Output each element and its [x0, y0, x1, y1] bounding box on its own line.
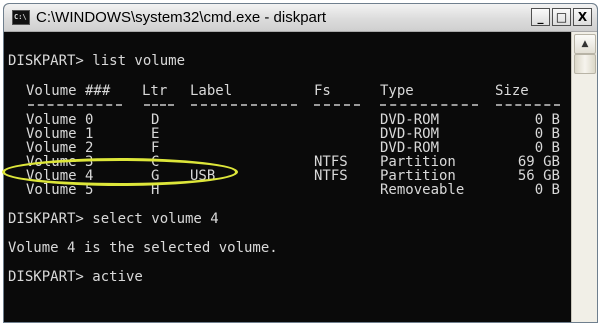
size-cell: 0 B [534, 182, 560, 198]
window-title: C:\WINDOWS\system32\cmd.exe - diskpart [36, 9, 327, 26]
type-cell: DVD-ROM [380, 112, 440, 128]
scroll-thumb[interactable] [574, 54, 596, 74]
volume-4-highlight [2, 158, 238, 186]
type-cell: Partition [380, 154, 456, 170]
minimize-button[interactable]: _ [531, 8, 550, 26]
separator [144, 104, 174, 106]
ltr-cell: E [151, 126, 160, 142]
header-size: Size [495, 83, 529, 99]
separator [380, 104, 478, 106]
window-controls: _ □ X [531, 8, 592, 26]
header-volume: Volume ### [26, 83, 111, 99]
type-cell: Partition [380, 168, 456, 184]
separator [496, 104, 560, 106]
size-cell: 69 GB [517, 154, 560, 170]
title-bar[interactable]: C:\ C:\WINDOWS\system32\cmd.exe - diskpa… [4, 4, 597, 32]
scroll-up-icon[interactable]: ▲ [574, 34, 596, 54]
volume-cell: Volume 0 [26, 112, 94, 128]
command-line: DISKPART> select volume 4 [8, 211, 219, 227]
size-cell: 56 GB [517, 168, 560, 184]
command-line: DISKPART> active [8, 269, 143, 285]
header-type: Type [380, 83, 414, 99]
volume-cell: Volume 2 [26, 140, 94, 156]
cmd-icon: C:\ [12, 10, 30, 25]
size-cell: 0 B [534, 112, 560, 128]
vertical-scrollbar[interactable]: ▲ [571, 32, 597, 322]
type-cell: DVD-ROM [380, 140, 440, 156]
maximize-button[interactable]: □ [552, 8, 571, 26]
size-cell: 0 B [534, 140, 560, 156]
size-cell: 0 B [534, 126, 560, 142]
status-message: Volume 4 is the selected volume. [8, 240, 278, 256]
type-cell: DVD-ROM [380, 126, 440, 142]
volume-cell: Volume 1 [26, 126, 94, 142]
fs-cell: NTFS [314, 168, 348, 184]
separator [191, 104, 297, 106]
close-button[interactable]: X [573, 8, 592, 26]
ltr-cell: D [151, 112, 160, 128]
header-label: Label [190, 83, 233, 99]
fs-cell: NTFS [314, 154, 348, 170]
header-ltr: Ltr [142, 83, 168, 99]
command-line: DISKPART> list volume [8, 53, 186, 69]
separator [28, 104, 122, 106]
separator [314, 104, 360, 106]
header-fs: Fs [314, 83, 331, 99]
type-cell: Removeable [380, 182, 465, 198]
ltr-cell: F [151, 140, 160, 156]
